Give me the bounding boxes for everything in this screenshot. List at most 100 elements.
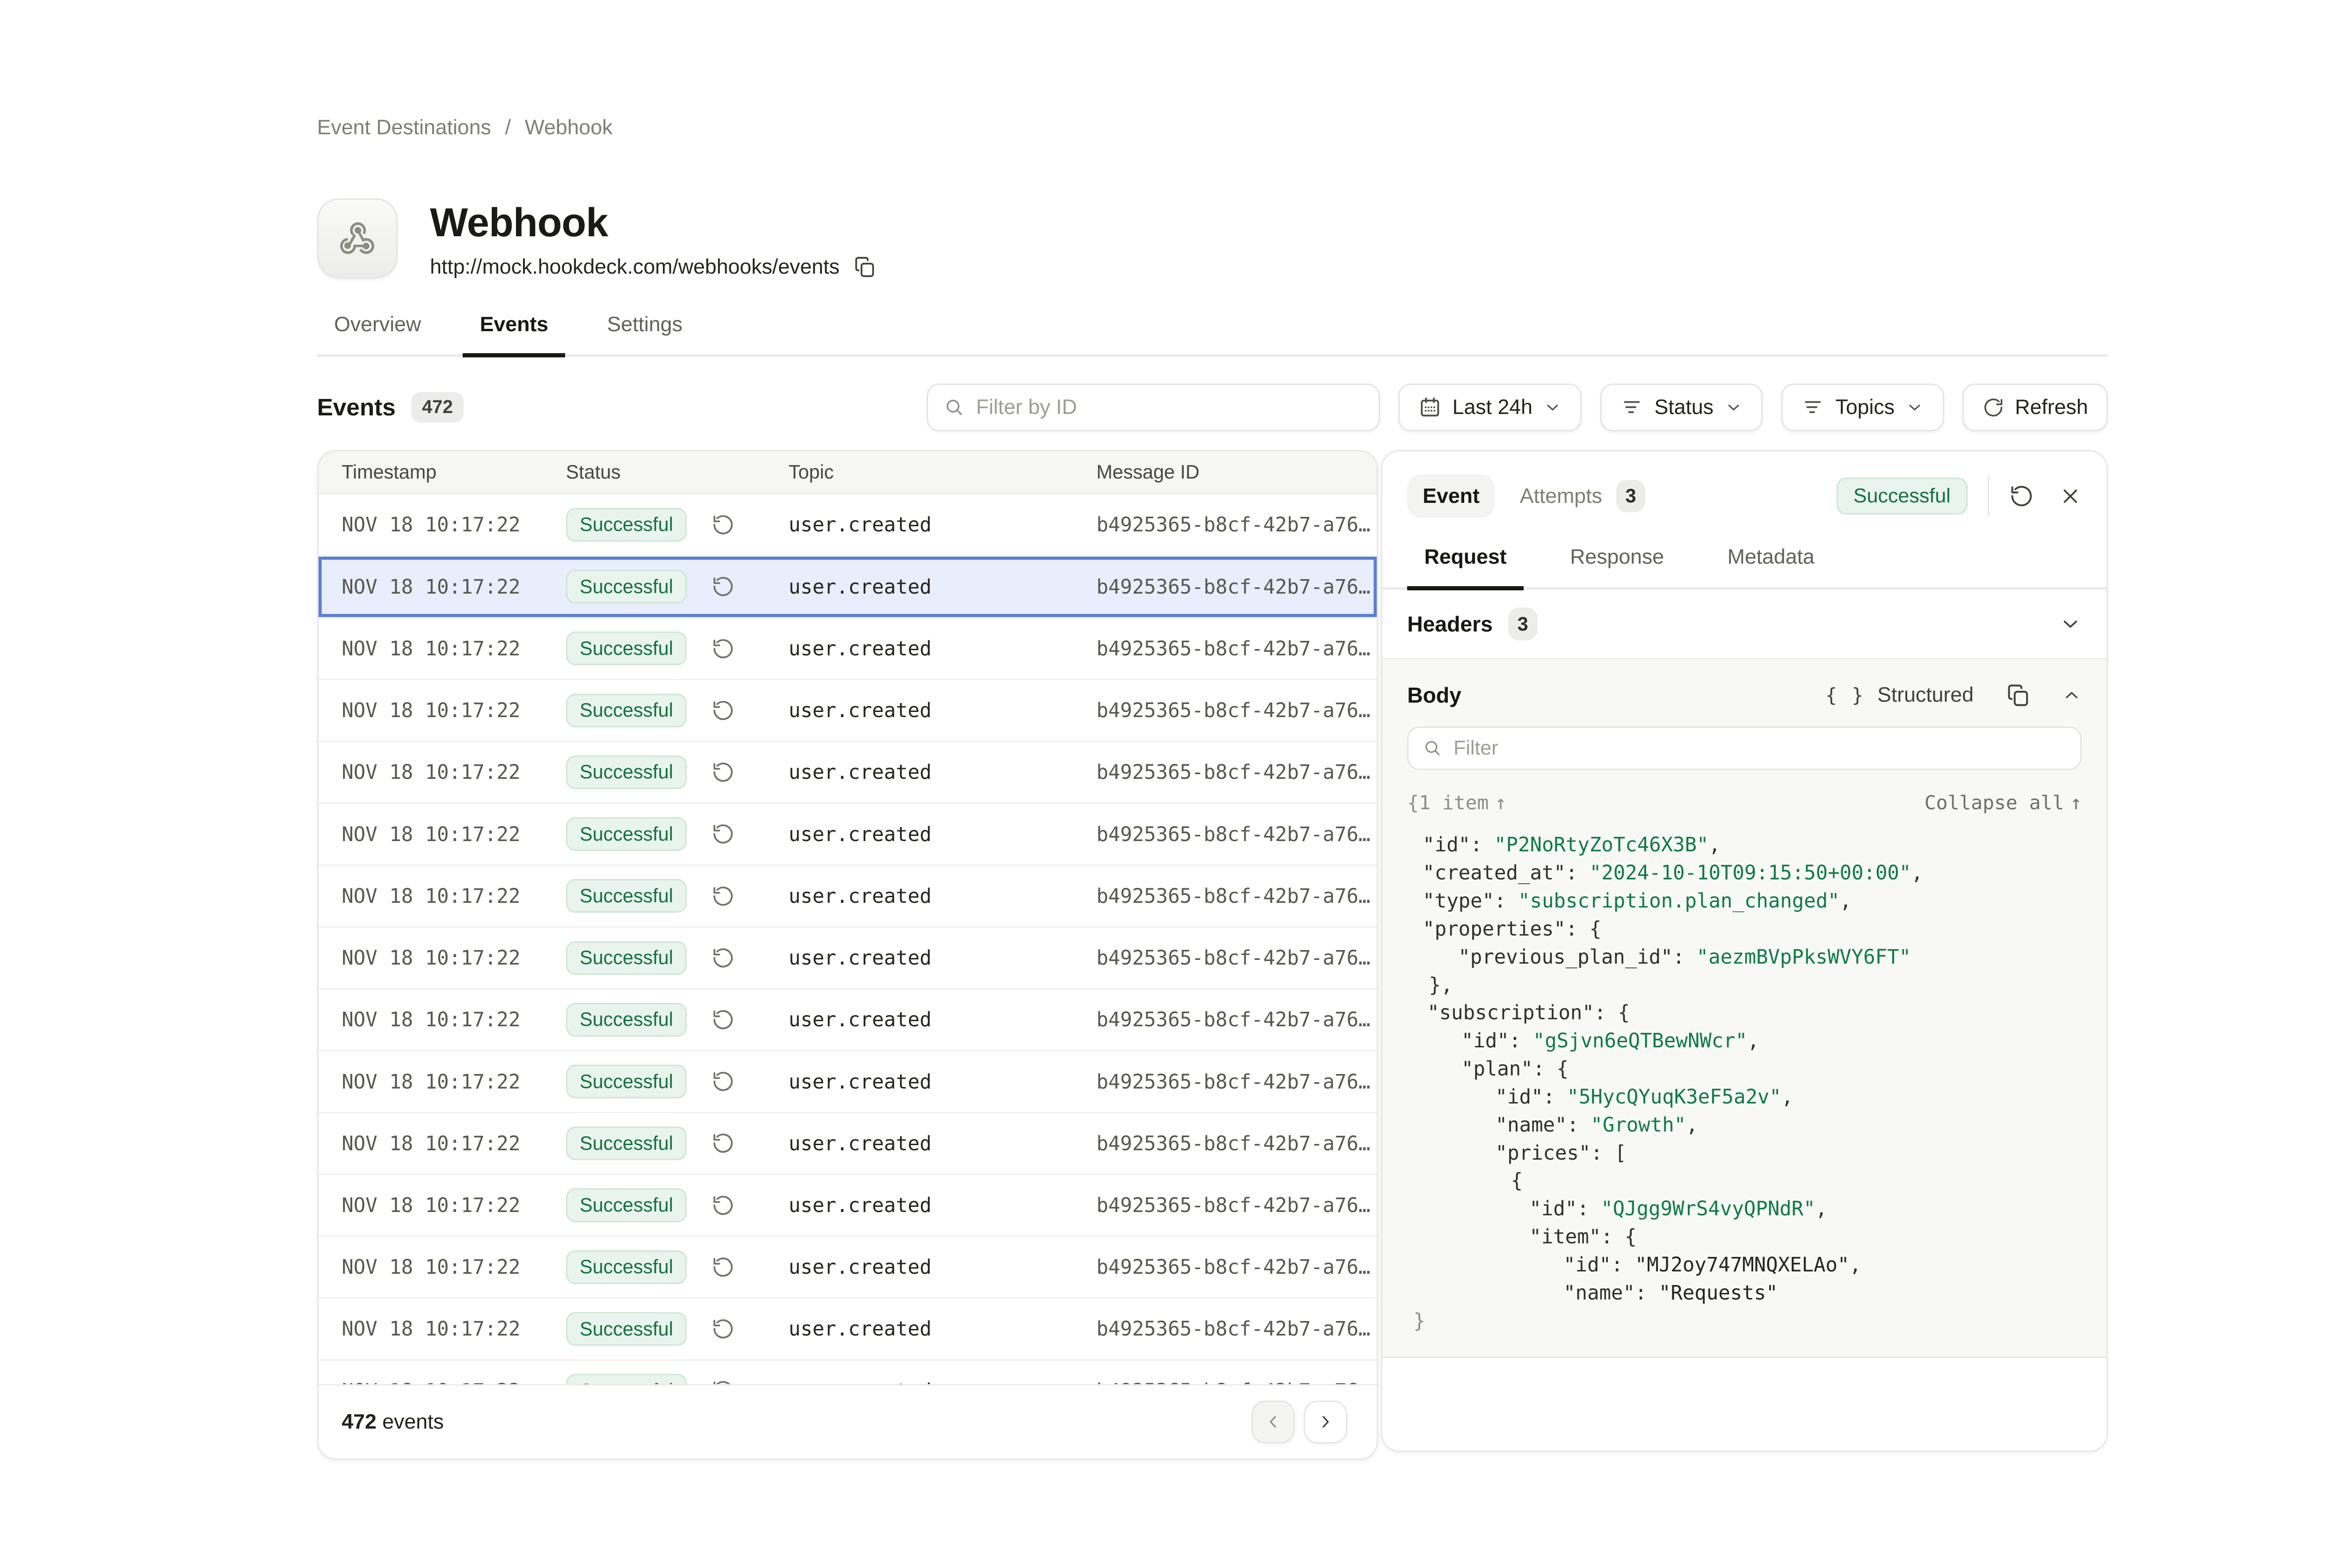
json-line: "name": "Requests" [1407,1279,2082,1307]
json-root-toggle[interactable]: {1 item↑ [1407,791,1506,814]
tab-overview[interactable]: Overview [317,313,438,357]
row-status-badge: Successful [566,941,687,975]
time-range-filter-button[interactable]: Last 24h [1398,384,1582,431]
copy-url-button[interactable] [853,255,877,279]
table-row[interactable]: NOV 18 10:17:22 Successful user.created … [319,494,1377,556]
row-status-badge: Successful [566,1374,687,1384]
json-line: "type": "subscription.plan_changed", [1407,887,2082,915]
table-row[interactable]: NOV 18 10:17:22 Successful user.created … [319,804,1377,865]
rotate-ccw-icon [712,637,735,661]
rotate-ccw-icon [712,513,735,537]
json-line: "id": "P2NoRtyZoTc46X3B", [1407,831,2082,859]
tab-response[interactable]: Response [1553,545,1681,590]
table-row[interactable]: NOV 18 10:17:22 Successful user.created … [319,1299,1377,1360]
row-status-badge: Successful [566,570,687,603]
row-retry-button[interactable] [712,761,735,784]
tab-metadata[interactable]: Metadata [1710,545,1831,590]
rotate-ccw-icon [712,1132,735,1155]
table-row[interactable]: NOV 18 10:17:22 Successful user.created … [319,557,1377,618]
row-timestamp: NOV 18 10:17:22 [341,1008,566,1031]
tab-settings[interactable]: Settings [590,313,699,357]
row-message-id: b4925365-b8cf-42b7-a76… [1097,1008,1377,1031]
collapse-all-button[interactable]: Collapse all↑ [1925,791,2082,814]
total-events-count: 472 events [341,1410,443,1434]
tab-events[interactable]: Events [463,313,565,357]
divider [1988,476,1989,516]
events-table-card: Timestamp Status Topic Message ID NOV 18… [317,450,1378,1460]
events-section-title: Events [317,393,396,421]
tab-request[interactable]: Request [1407,545,1524,590]
table-row[interactable]: NOV 18 10:17:22 Successful user.created … [319,989,1377,1051]
table-row[interactable]: NOV 18 10:17:22 Successful user.created … [319,866,1377,928]
panel-tab-attempts[interactable]: Attempts 3 [1506,474,1659,518]
json-line: "plan": { [1407,1055,2082,1083]
row-retry-button[interactable] [712,1070,735,1093]
row-retry-button[interactable] [712,1194,735,1217]
status-filter-button[interactable]: Status [1600,384,1763,431]
structured-view-toggle[interactable]: { } Structured [1825,683,1974,707]
row-status-badge: Successful [566,1250,687,1284]
row-retry-button[interactable] [712,946,735,970]
row-topic: user.created [789,637,1097,660]
row-timestamp: NOV 18 10:17:22 [341,1194,566,1217]
panel-footer-area [1382,1358,2107,1451]
col-message-id: Message ID [1097,461,1377,483]
copy-body-button[interactable] [2006,683,2031,708]
refresh-button[interactable]: Refresh [1962,384,2108,431]
panel-tab-event[interactable]: Event [1407,474,1495,518]
col-status: Status [566,461,789,483]
prev-page-button[interactable] [1251,1401,1295,1444]
table-row[interactable]: NOV 18 10:17:22 Successful user.created … [319,1113,1377,1175]
table-row[interactable]: NOV 18 10:17:22 Successful user.created … [319,1051,1377,1113]
close-panel-button[interactable] [2059,485,2082,508]
row-status-badge: Successful [566,1003,687,1037]
topics-filter-button[interactable]: Topics [1781,384,1944,431]
table-row[interactable]: NOV 18 10:17:22 Successful user.created … [319,1237,1377,1299]
row-topic: user.created [789,823,1097,846]
row-topic: user.created [789,946,1097,969]
table-row[interactable]: NOV 18 10:17:22 Successful user.created … [319,618,1377,680]
table-row[interactable]: NOV 18 10:17:22 Successful user.created … [319,928,1377,989]
table-row[interactable]: NOV 18 10:17:22 Successful user.created … [319,680,1377,742]
row-retry-button[interactable] [712,513,735,537]
row-retry-button[interactable] [712,575,735,598]
table-row[interactable]: NOV 18 10:17:22 Successful user.created … [319,742,1377,804]
retry-event-button[interactable] [2009,484,2034,508]
row-timestamp: NOV 18 10:17:22 [341,575,566,598]
row-retry-button[interactable] [712,1256,735,1279]
next-page-button[interactable] [1304,1401,1347,1444]
breadcrumb-event-destinations[interactable]: Event Destinations [317,116,491,139]
json-line: "name": "Growth", [1407,1111,2082,1139]
row-retry-button[interactable] [712,1317,735,1341]
row-timestamp: NOV 18 10:17:22 [341,1070,566,1093]
rotate-ccw-icon [712,1317,735,1341]
row-topic: user.created [789,1008,1097,1031]
filter-by-id-input[interactable] [976,396,1363,419]
row-topic: user.created [789,699,1097,722]
row-retry-button[interactable] [712,1379,735,1384]
copy-icon [2006,683,2031,708]
chevron-down-icon [1724,398,1743,417]
row-topic: user.created [789,885,1097,907]
collapse-body-button[interactable] [2062,685,2082,705]
table-row[interactable]: NOV 18 10:17:22 Successful user.created … [319,1361,1377,1384]
rotate-ccw-icon [712,1070,735,1093]
detail-tabs: Request Response Metadata [1382,518,2107,590]
row-message-id: b4925365-b8cf-42b7-a76… [1097,761,1377,784]
row-retry-button[interactable] [712,885,735,908]
chevron-up-icon [2062,685,2082,705]
panel-top-bar: Event Attempts 3 Successful [1382,451,2107,518]
body-filter-input[interactable] [1453,737,2066,760]
row-retry-button[interactable] [712,637,735,661]
row-retry-button[interactable] [712,822,735,846]
row-retry-button[interactable] [712,1132,735,1155]
row-message-id: b4925365-b8cf-42b7-a76… [1097,513,1377,536]
row-timestamp: NOV 18 10:17:22 [341,1379,566,1384]
table-row[interactable]: NOV 18 10:17:22 Successful user.created … [319,1175,1377,1237]
row-retry-button[interactable] [712,699,735,722]
json-line: { [1407,1167,2082,1195]
rotate-ccw-icon [712,699,735,722]
refresh-icon [1983,397,2004,418]
row-retry-button[interactable] [712,1008,735,1031]
headers-section-toggle[interactable]: Headers 3 [1382,590,2107,660]
